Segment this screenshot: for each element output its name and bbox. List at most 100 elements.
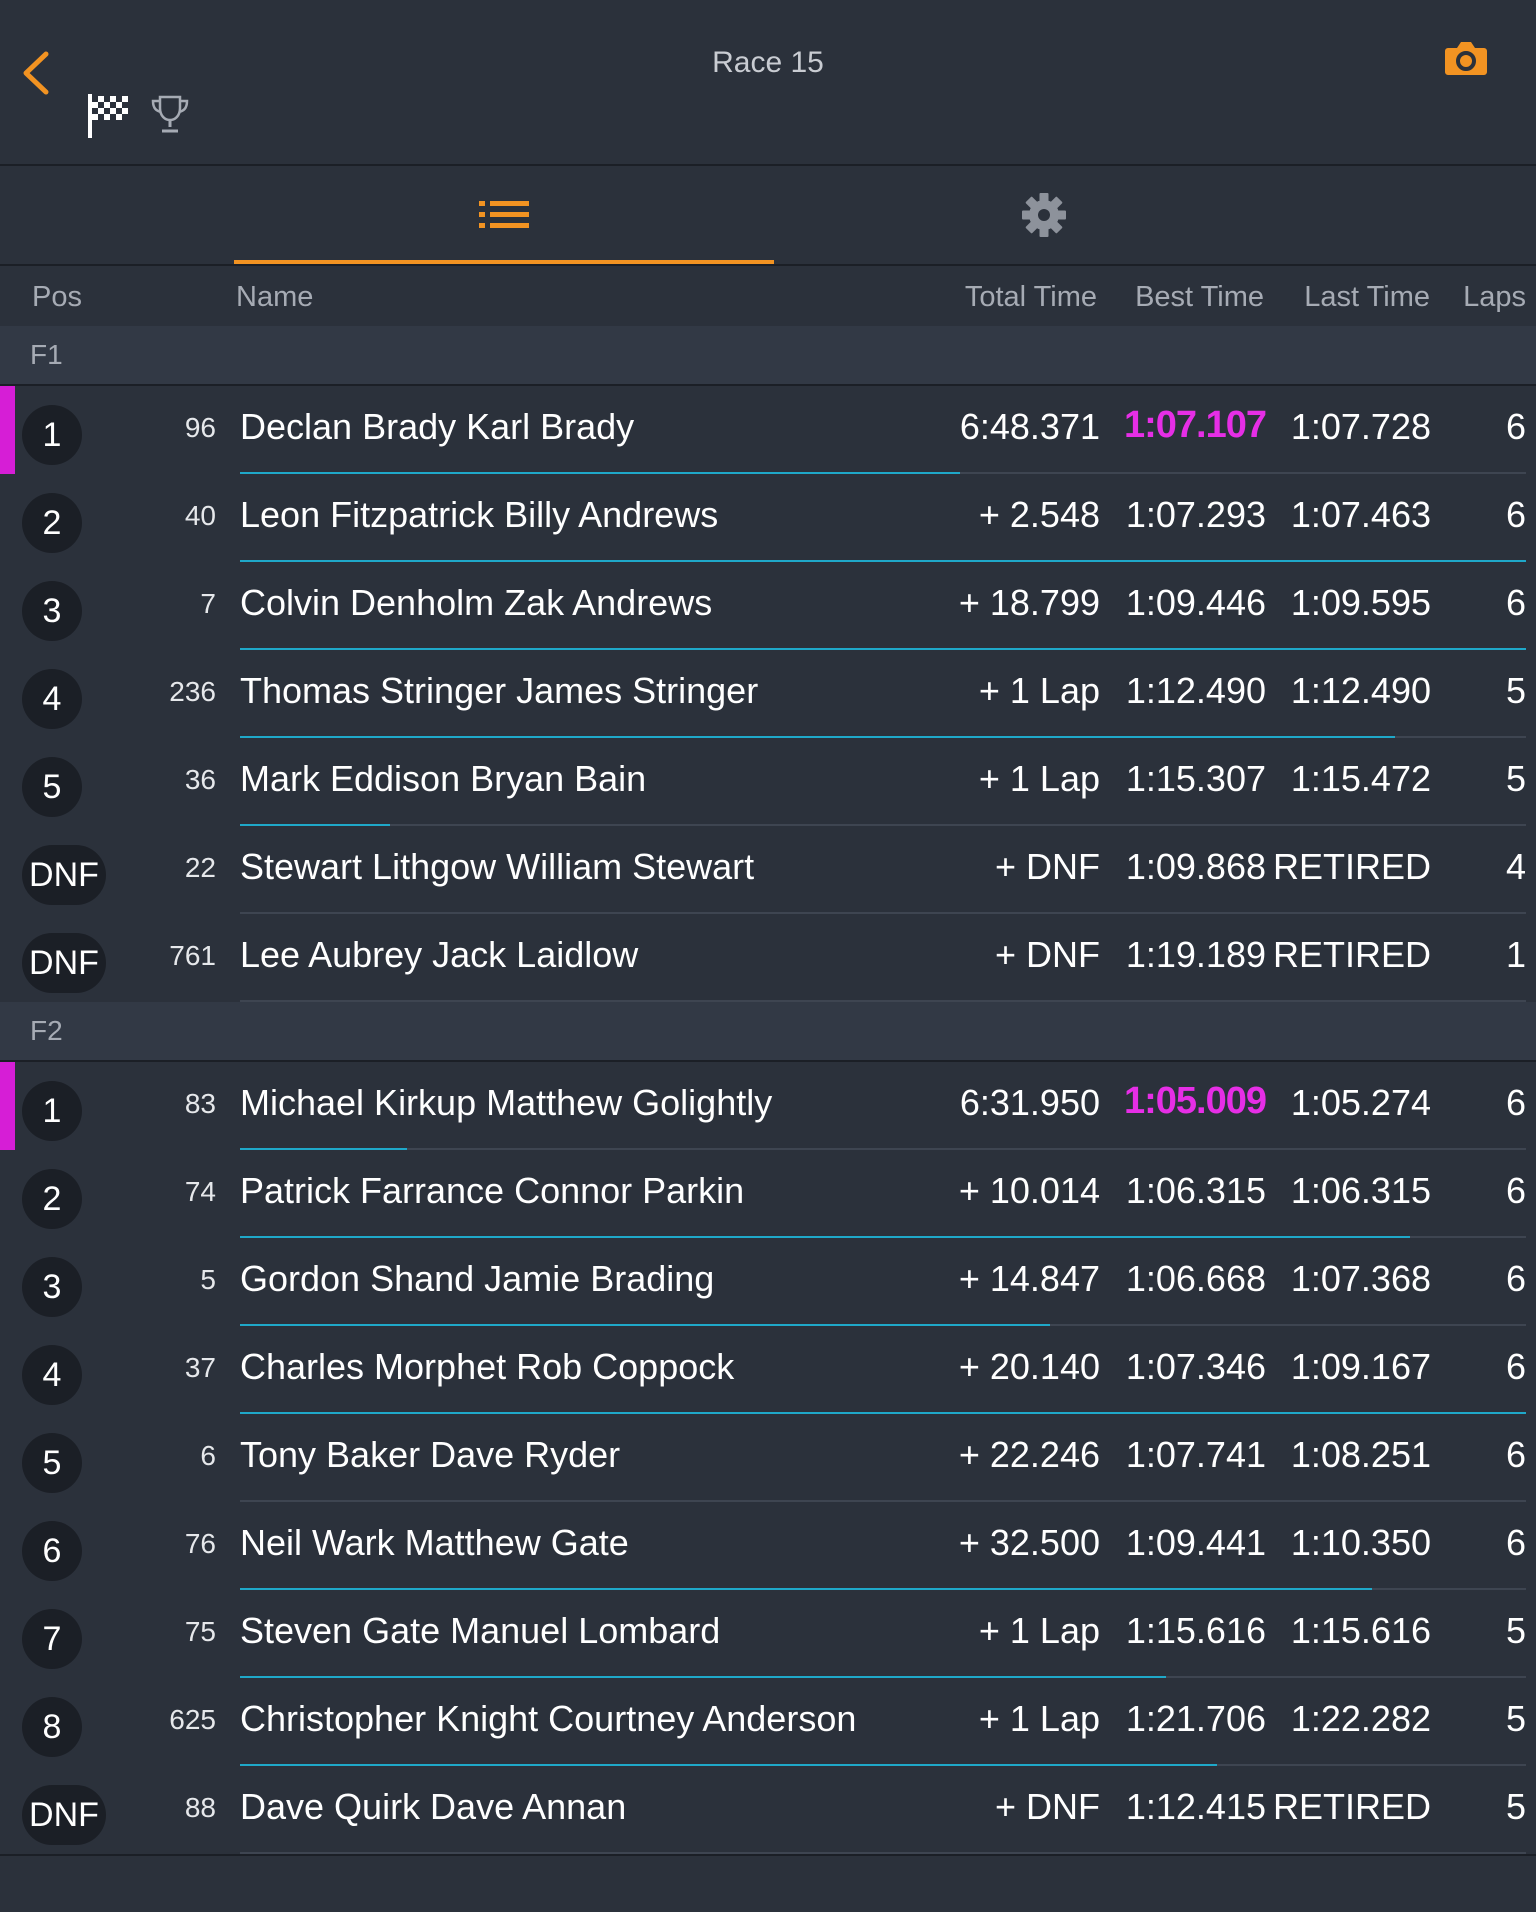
result-row[interactable]: 5 36 Mark Eddison Bryan Bain + 1 Lap 1:15.30… [0,738,1536,826]
car-number: 37 [184,1352,216,1383]
lap-count: 6 [1505,1434,1526,1475]
best-time: 1:12.490 [1125,670,1266,711]
result-row[interactable]: 4 236 Thomas Stringer James Stringer + 1 La… [0,650,1536,738]
position-badge: DNF [22,933,106,993]
driver-names: Lee Aubrey Jack Laidlow [240,934,639,975]
result-row[interactable]: 2 40 Leon Fitzpatrick Billy Andrews + 2.548… [0,474,1536,562]
total-time: + 1 Lap [978,670,1100,711]
trophy-icon[interactable] [150,94,190,134]
col-name[interactable]: Name [236,281,313,314]
car-number: 74 [184,1176,216,1207]
car-number: 22 [184,852,216,883]
position-badge: 1 [22,405,82,465]
tab-settings[interactable] [774,166,1314,264]
car-number: 236 [169,676,216,707]
last-time: 1:10.350 [1290,1522,1431,1563]
col-best-time[interactable]: Best Time [1135,281,1264,314]
last-time: 1:05.274 [1290,1082,1431,1123]
total-time: + 14.847 [958,1258,1100,1299]
last-time: RETIRED [1272,934,1431,975]
result-row[interactable]: 3 5 Gordon Shand Jamie Brading + 14.847 1:06… [0,1238,1536,1326]
col-last-time[interactable]: Last Time [1304,281,1430,314]
lap-count: 6 [1505,1346,1526,1387]
tab-results-list[interactable] [234,166,774,264]
car-number: 83 [184,1088,216,1119]
lap-count: 6 [1505,406,1526,447]
app-header: Race 15 [0,0,1536,166]
total-time: 6:48.371 [959,406,1100,447]
last-time: 1:09.595 [1290,582,1431,623]
position-badge: 5 [22,757,82,817]
driver-names: Neil Wark Matthew Gate [240,1522,629,1563]
total-time: + 1 Lap [978,1698,1100,1739]
last-time: 1:12.490 [1290,670,1431,711]
lap-count: 6 [1505,1082,1526,1123]
driver-names: Christopher Knight Courtney Anderson [240,1698,857,1739]
checkered-flag-icon[interactable] [88,94,130,138]
position-badge: 8 [22,1697,82,1757]
total-time: + 20.140 [958,1346,1100,1387]
result-row[interactable]: 1 83 Michael Kirkup Matthew Golightly 6:31.… [0,1062,1536,1150]
lap-count: 6 [1505,1522,1526,1563]
total-time: + 32.500 [958,1522,1100,1563]
result-row[interactable]: DNF 22 Stewart Lithgow William Stewart + DN… [0,826,1536,914]
result-row[interactable]: 7 75 Steven Gate Manuel Lombard + 1 Lap 1:15… [0,1590,1536,1678]
result-row[interactable]: 6 76 Neil Wark Matthew Gate + 32.500 1:09.44… [0,1502,1536,1590]
col-laps[interactable]: Laps [1463,281,1526,314]
gear-icon [1022,193,1066,237]
class-group-label: F2 [30,1015,63,1046]
driver-names: Mark Eddison Bryan Bain [240,758,647,799]
result-row[interactable]: DNF 761 Lee Aubrey Jack Laidlow + DNF 1:19.1… [0,914,1536,1002]
total-time: + 1 Lap [978,758,1100,799]
result-row[interactable]: 1 96 Declan Brady Karl Brady 6:48.371 1:07.1… [0,386,1536,474]
total-time: + DNF [994,1786,1100,1827]
footer-bar [0,1854,1536,1912]
last-time: 1:15.472 [1290,758,1431,799]
lap-count: 6 [1505,582,1526,623]
total-time: + DNF [994,934,1100,975]
last-time: 1:07.463 [1290,494,1431,535]
car-number: 76 [184,1528,216,1559]
col-pos[interactable]: Pos [32,281,82,314]
best-time: 1:15.616 [1125,1610,1266,1651]
result-row[interactable]: 5 6 Tony Baker Dave Ryder + 22.246 1:07.741 1… [0,1414,1536,1502]
position-badge: 3 [22,581,82,641]
car-number: 96 [184,412,216,443]
best-time: 1:15.307 [1125,758,1266,799]
lap-count: 5 [1505,670,1526,711]
total-time: + DNF [994,846,1100,887]
last-time: 1:08.251 [1290,1434,1431,1475]
car-number: 7 [200,588,216,619]
result-row[interactable]: 4 37 Charles Morphet Rob Coppock + 20.140 1:… [0,1326,1536,1414]
best-time: 1:09.441 [1125,1522,1266,1563]
last-time: 1:22.282 [1290,1698,1431,1739]
driver-names: Thomas Stringer James Stringer [240,670,759,711]
total-time: + 18.799 [958,582,1100,623]
total-time: + 10.014 [958,1170,1100,1211]
driver-names: Charles Morphet Rob Coppock [240,1346,735,1387]
lap-count: 4 [1505,846,1526,887]
best-time: 1:07.107 [1123,404,1267,446]
total-time: + 22.246 [958,1434,1100,1475]
total-time: 6:31.950 [959,1082,1100,1123]
total-time: + 1 Lap [978,1610,1100,1651]
best-time: 1:06.315 [1125,1170,1266,1211]
car-number: 761 [169,940,216,971]
page-title: Race 15 [712,46,824,79]
camera-icon[interactable] [1444,40,1488,76]
best-time: 1:12.415 [1125,1786,1266,1827]
result-row[interactable]: 2 74 Patrick Farrance Connor Parkin + 10.01… [0,1150,1536,1238]
result-row[interactable]: 8 625 Christopher Knight Courtney Anderson… [0,1678,1536,1766]
col-total-time[interactable]: Total Time [965,281,1097,314]
last-time: RETIRED [1272,846,1431,887]
driver-names: Tony Baker Dave Ryder [240,1434,621,1475]
result-row[interactable]: DNF 88 Dave Quirk Dave Annan + DNF 1:12.415 R… [0,1766,1536,1854]
position-badge: 2 [22,493,82,553]
best-time: 1:06.668 [1125,1258,1266,1299]
view-tabs [0,166,1536,266]
car-number: 6 [200,1440,216,1471]
car-number: 88 [184,1792,216,1823]
column-headers: Pos Name Total Time Best Time Last Time … [0,266,1536,328]
lap-count: 5 [1505,1698,1526,1739]
result-row[interactable]: 3 7 Colvin Denholm Zak Andrews + 18.799 1:09… [0,562,1536,650]
